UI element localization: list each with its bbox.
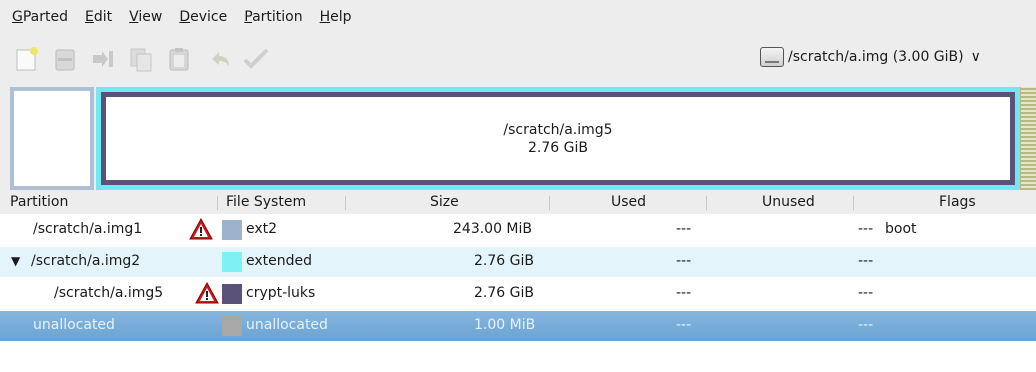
filesystem-cell: ext2 <box>246 221 278 237</box>
column-separator <box>853 196 854 210</box>
used-cell: --- <box>676 317 692 333</box>
diskmap-partition-img5[interactable]: /scratch/a.img5 2.76 GiB <box>101 92 1015 185</box>
table-row[interactable]: ▼ /scratch/a.img2 extended 2.76 GiB --- … <box>0 247 1036 277</box>
size-cell: 243.00 MiB <box>453 221 533 237</box>
partition-cell: /scratch/a.img1 <box>33 221 143 237</box>
copy-icon[interactable] <box>128 46 154 72</box>
unused-cell: --- <box>858 221 874 237</box>
device-label: /scratch/a.img (3.00 GiB) <box>788 49 964 65</box>
filesystem-color-swatch <box>222 284 242 304</box>
column-header-filesystem[interactable]: File System <box>226 194 306 210</box>
partition-cell: /scratch/a.img5 <box>54 285 164 301</box>
unused-cell: --- <box>858 253 874 269</box>
filesystem-color-swatch <box>222 252 242 272</box>
unused-cell: --- <box>858 285 874 301</box>
diskmap-partition-extended[interactable]: /scratch/a.img5 2.76 GiB <box>96 87 1020 190</box>
unused-cell: --- <box>858 317 874 333</box>
filesystem-color-swatch <box>222 220 242 240</box>
partition-cell: unallocated <box>33 317 115 333</box>
flags-cell: boot <box>885 221 917 237</box>
new-partition-icon[interactable] <box>14 46 40 72</box>
menu-partition[interactable]: Partition <box>244 9 302 25</box>
filesystem-cell: crypt-luks <box>246 285 316 301</box>
column-separator <box>345 196 346 210</box>
diskmap-partition-img1-usage <box>14 91 90 186</box>
disk-map: /scratch/a.img5 2.76 GiB <box>10 87 1036 190</box>
column-header-unused[interactable]: Unused <box>762 194 815 210</box>
column-separator <box>217 196 218 210</box>
filesystem-color-swatch <box>222 316 242 336</box>
table-header: Partition File System Size Used Unused F… <box>0 191 1036 214</box>
filesystem-cell: extended <box>246 253 313 269</box>
resize-move-icon[interactable] <box>90 46 116 72</box>
size-cell: 1.00 MiB <box>474 317 536 333</box>
used-cell: --- <box>676 253 692 269</box>
used-cell: --- <box>676 221 692 237</box>
table-row[interactable]: /scratch/a.img5 crypt-luks 2.76 GiB --- … <box>0 279 1036 309</box>
size-cell: 2.76 GiB <box>474 285 534 301</box>
chevron-down-icon: ∨ <box>970 49 981 65</box>
paste-icon[interactable] <box>166 46 192 72</box>
menubar: GParted Edit View Device Partition Help <box>0 0 1036 34</box>
undo-icon[interactable] <box>208 46 234 72</box>
column-separator <box>549 196 550 210</box>
apply-icon[interactable] <box>242 46 270 72</box>
diskmap-partition-name: /scratch/a.img5 <box>503 121 613 138</box>
column-separator <box>706 196 707 210</box>
delete-icon[interactable] <box>52 46 78 72</box>
warning-icon <box>195 282 219 304</box>
menu-view[interactable]: View <box>129 9 162 25</box>
device-selector[interactable]: /scratch/a.img (3.00 GiB) ∨ <box>756 42 1036 72</box>
used-cell: --- <box>676 285 692 301</box>
size-cell: 2.76 GiB <box>474 253 534 269</box>
menu-help[interactable]: Help <box>320 9 352 25</box>
harddisk-icon <box>760 47 784 67</box>
menu-edit[interactable]: Edit <box>85 9 112 25</box>
diskmap-partition-img1[interactable] <box>10 87 94 190</box>
diskmap-partition-size: 2.76 GiB <box>528 139 588 156</box>
column-header-flags[interactable]: Flags <box>939 194 976 210</box>
partition-cell: /scratch/a.img2 <box>31 253 141 269</box>
column-header-used[interactable]: Used <box>611 194 646 210</box>
menu-device[interactable]: Device <box>179 9 227 25</box>
filesystem-cell: unallocated <box>246 317 328 333</box>
expander-arrow-icon[interactable]: ▼ <box>11 254 20 268</box>
column-header-partition[interactable]: Partition <box>10 194 68 210</box>
partition-table: Partition File System Size Used Unused F… <box>0 191 1036 372</box>
diskmap-unallocated[interactable] <box>1020 87 1036 190</box>
column-header-size[interactable]: Size <box>430 194 459 210</box>
menu-gparted[interactable]: GParted <box>12 9 68 25</box>
warning-icon <box>189 218 213 240</box>
table-row[interactable]: /scratch/a.img1 ext2 243.00 MiB --- --- … <box>0 215 1036 245</box>
table-row-selected[interactable]: unallocated unallocated 1.00 MiB --- --- <box>0 311 1036 341</box>
